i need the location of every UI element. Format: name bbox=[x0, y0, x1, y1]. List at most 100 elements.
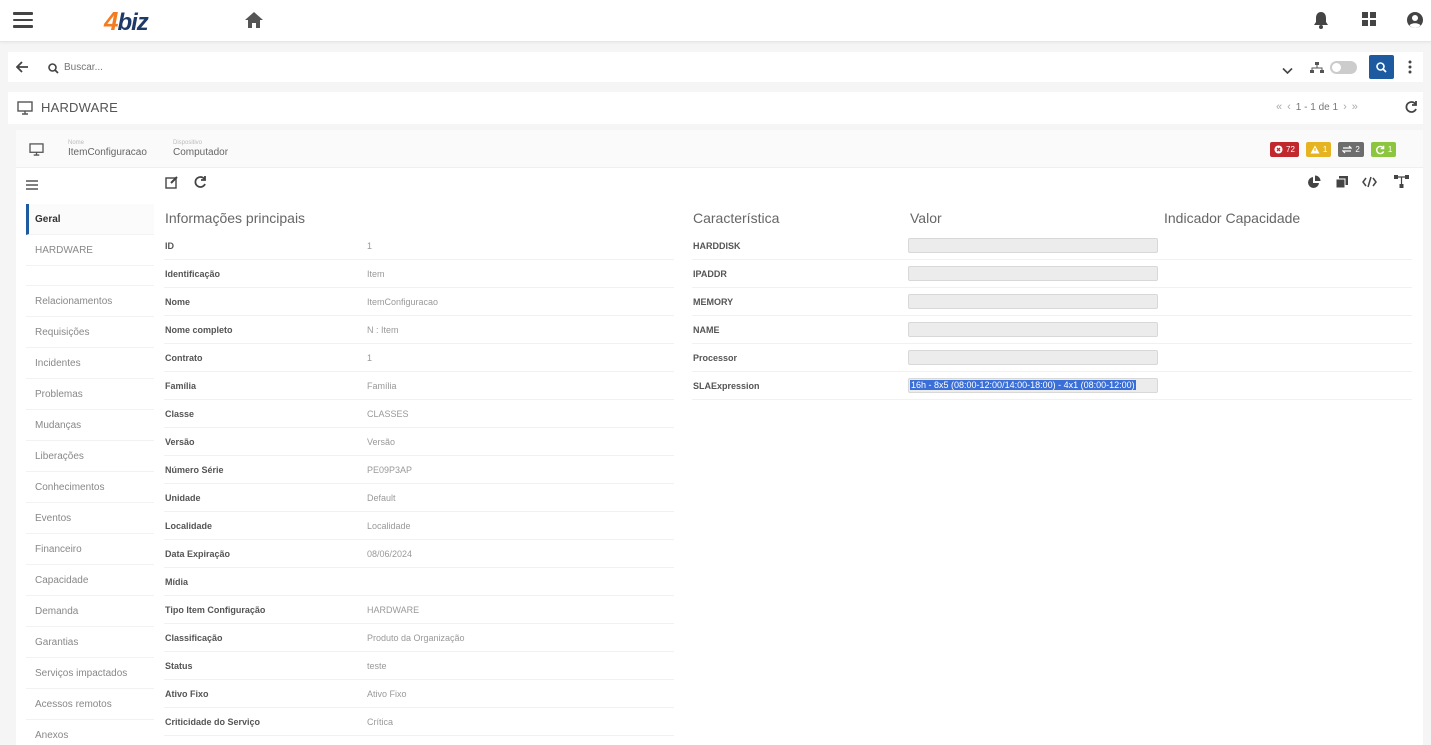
info-row: Versão Versão bbox=[164, 428, 674, 456]
pagination: « ‹ 1 - 1 de 1 › » bbox=[1276, 101, 1358, 113]
search-icon bbox=[48, 61, 59, 79]
edit-icon[interactable] bbox=[165, 175, 179, 194]
sidenav-item[interactable]: Garantias bbox=[26, 627, 154, 658]
transfer-icon bbox=[1342, 145, 1353, 154]
sidenav-item[interactable]: Requisições bbox=[26, 317, 154, 348]
sidenav-item[interactable]: Demanda bbox=[26, 596, 154, 627]
record-card: Nome ItemConfiguracao Dispositivo Comput… bbox=[16, 130, 1423, 745]
info-row: Identificação Item bbox=[164, 260, 674, 288]
sidenav-item[interactable]: Anexos bbox=[26, 720, 154, 745]
error-badge[interactable]: 72 bbox=[1270, 142, 1299, 157]
info-row: Data Expiração 08/06/2024 bbox=[164, 540, 674, 568]
page-title: HARDWARE bbox=[41, 100, 118, 115]
characteristic-row: SLAExpression 16h - 8x5 (08:00-12:00/14:0… bbox=[692, 372, 1412, 400]
characteristic-row: Processor bbox=[692, 344, 1412, 372]
sidenav-item[interactable]: Incidentes bbox=[26, 348, 154, 379]
hierarchy-icon[interactable] bbox=[1310, 61, 1324, 79]
sidenav-item[interactable]: Problemas bbox=[26, 379, 154, 410]
sidenav-item[interactable]: Serviços impactados bbox=[26, 658, 154, 689]
info-row: Status teste bbox=[164, 652, 674, 680]
copy-icon[interactable] bbox=[1335, 175, 1349, 194]
sidenav-item[interactable]: Financeiro bbox=[26, 534, 154, 565]
user-avatar-icon[interactable] bbox=[1406, 11, 1424, 34]
info-row: Tipo Item Configuração HARDWARE bbox=[164, 596, 674, 624]
characteristic-value-input[interactable] bbox=[908, 266, 1158, 281]
home-icon[interactable] bbox=[244, 11, 264, 34]
main-menu-icon[interactable] bbox=[13, 12, 33, 30]
characteristic-row: MEMORY bbox=[692, 288, 1412, 316]
search-button[interactable] bbox=[1369, 55, 1394, 79]
code-icon[interactable] bbox=[1362, 175, 1377, 194]
section-title: Informações principais bbox=[165, 210, 306, 226]
chevron-down-icon[interactable] bbox=[1282, 62, 1293, 80]
sidenav-item[interactable]: Relacionamentos bbox=[26, 286, 154, 317]
warning-badge[interactable]: 1 bbox=[1305, 142, 1332, 157]
error-circle-icon bbox=[1274, 145, 1283, 154]
sidenav-item[interactable]: Mudanças bbox=[26, 410, 154, 441]
info-row: Família Família bbox=[164, 372, 674, 400]
col-header-value: Valor bbox=[910, 210, 942, 226]
info-row: Número Série PE09P3AP bbox=[164, 456, 674, 484]
monitor-icon bbox=[29, 143, 44, 161]
selected-text: 16h - 8x5 (08:00-12:00/14:00-18:00) - 4x… bbox=[910, 380, 1136, 390]
next-page-icon[interactable]: › bbox=[1343, 101, 1347, 113]
info-row: Criticidade do Serviço Crítica bbox=[164, 708, 674, 736]
prev-page-icon[interactable]: ‹ bbox=[1287, 101, 1291, 113]
side-menu-icon[interactable] bbox=[26, 177, 38, 195]
monitor-icon bbox=[17, 101, 33, 120]
more-options-icon[interactable] bbox=[1408, 60, 1412, 79]
col-header-capacity: Indicador Capacidade bbox=[1164, 210, 1301, 226]
characteristic-value-input[interactable] bbox=[908, 238, 1158, 253]
status-badges: 72 1 2 1 bbox=[1270, 142, 1397, 157]
pie-chart-icon[interactable] bbox=[1307, 175, 1321, 194]
record-toolbar bbox=[16, 170, 1423, 198]
sync-icon bbox=[1375, 145, 1385, 154]
col-header-characteristic: Característica bbox=[693, 210, 780, 226]
sidenav-item[interactable]: Acessos remotos bbox=[26, 689, 154, 720]
characteristics-section: Característica Valor Indicador Capacidad… bbox=[692, 204, 1412, 400]
sidenav-item-hardware[interactable]: HARDWARE bbox=[26, 235, 154, 266]
main-info-section: Informações principais ID 1 Identificação… bbox=[164, 204, 674, 736]
network-icon[interactable] bbox=[1394, 175, 1409, 194]
record-side-nav: Geral HARDWARE Relacionamentos Requisiçõ… bbox=[26, 204, 154, 745]
info-row: Classe CLASSES bbox=[164, 400, 674, 428]
characteristic-value-input[interactable] bbox=[908, 294, 1158, 309]
filter-toggle[interactable] bbox=[1330, 61, 1357, 74]
record-device-field: Dispositivo Computador bbox=[173, 140, 229, 158]
last-page-icon[interactable]: » bbox=[1352, 101, 1358, 113]
sidenav-item[interactable]: Eventos bbox=[26, 503, 154, 534]
sidenav-item[interactable]: Capacidade bbox=[26, 565, 154, 596]
refresh-icon[interactable] bbox=[1404, 100, 1418, 119]
record-name-field: Nome ItemConfiguracao bbox=[68, 140, 147, 158]
info-row: Nome ItemConfiguracao bbox=[164, 288, 674, 316]
info-row: Localidade Localidade bbox=[164, 512, 674, 540]
bell-icon[interactable] bbox=[1313, 11, 1329, 34]
warning-icon bbox=[1310, 145, 1320, 154]
transfer-badge[interactable]: 2 bbox=[1338, 142, 1364, 157]
sidenav-divider bbox=[26, 266, 154, 286]
info-row: ID 1 bbox=[164, 232, 674, 260]
info-row: Mídia bbox=[164, 568, 674, 596]
characteristics-header: Característica Valor Indicador Capacidad… bbox=[692, 204, 1412, 232]
info-row: Unidade Default bbox=[164, 484, 674, 512]
page-title-bar: HARDWARE « ‹ 1 - 1 de 1 › » bbox=[8, 92, 1423, 124]
app-logo[interactable]: 4biz bbox=[104, 6, 149, 37]
first-page-icon[interactable]: « bbox=[1276, 101, 1282, 113]
reload-icon[interactable] bbox=[193, 175, 207, 194]
sidenav-item-geral[interactable]: Geral bbox=[26, 204, 154, 235]
apps-grid-icon[interactable] bbox=[1361, 11, 1377, 32]
sla-expression-input[interactable]: 16h - 8x5 (08:00-12:00/14:00-18:00) - 4x… bbox=[908, 378, 1158, 393]
characteristic-value-input[interactable] bbox=[908, 322, 1158, 337]
sidenav-item[interactable]: Liberações bbox=[26, 441, 154, 472]
search-input[interactable] bbox=[64, 58, 564, 76]
characteristic-value-input[interactable] bbox=[908, 350, 1158, 365]
record-header: Nome ItemConfiguracao Dispositivo Comput… bbox=[16, 130, 1423, 168]
characteristic-row: NAME bbox=[692, 316, 1412, 344]
search-icon bbox=[1376, 61, 1387, 73]
sidenav-item[interactable]: Conhecimentos bbox=[26, 472, 154, 503]
back-arrow-icon[interactable] bbox=[15, 60, 29, 78]
info-row: Contrato 1 bbox=[164, 344, 674, 372]
sync-badge[interactable]: 1 bbox=[1370, 142, 1397, 157]
search-bar bbox=[8, 52, 1423, 82]
characteristic-row: HARDDISK bbox=[692, 232, 1412, 260]
